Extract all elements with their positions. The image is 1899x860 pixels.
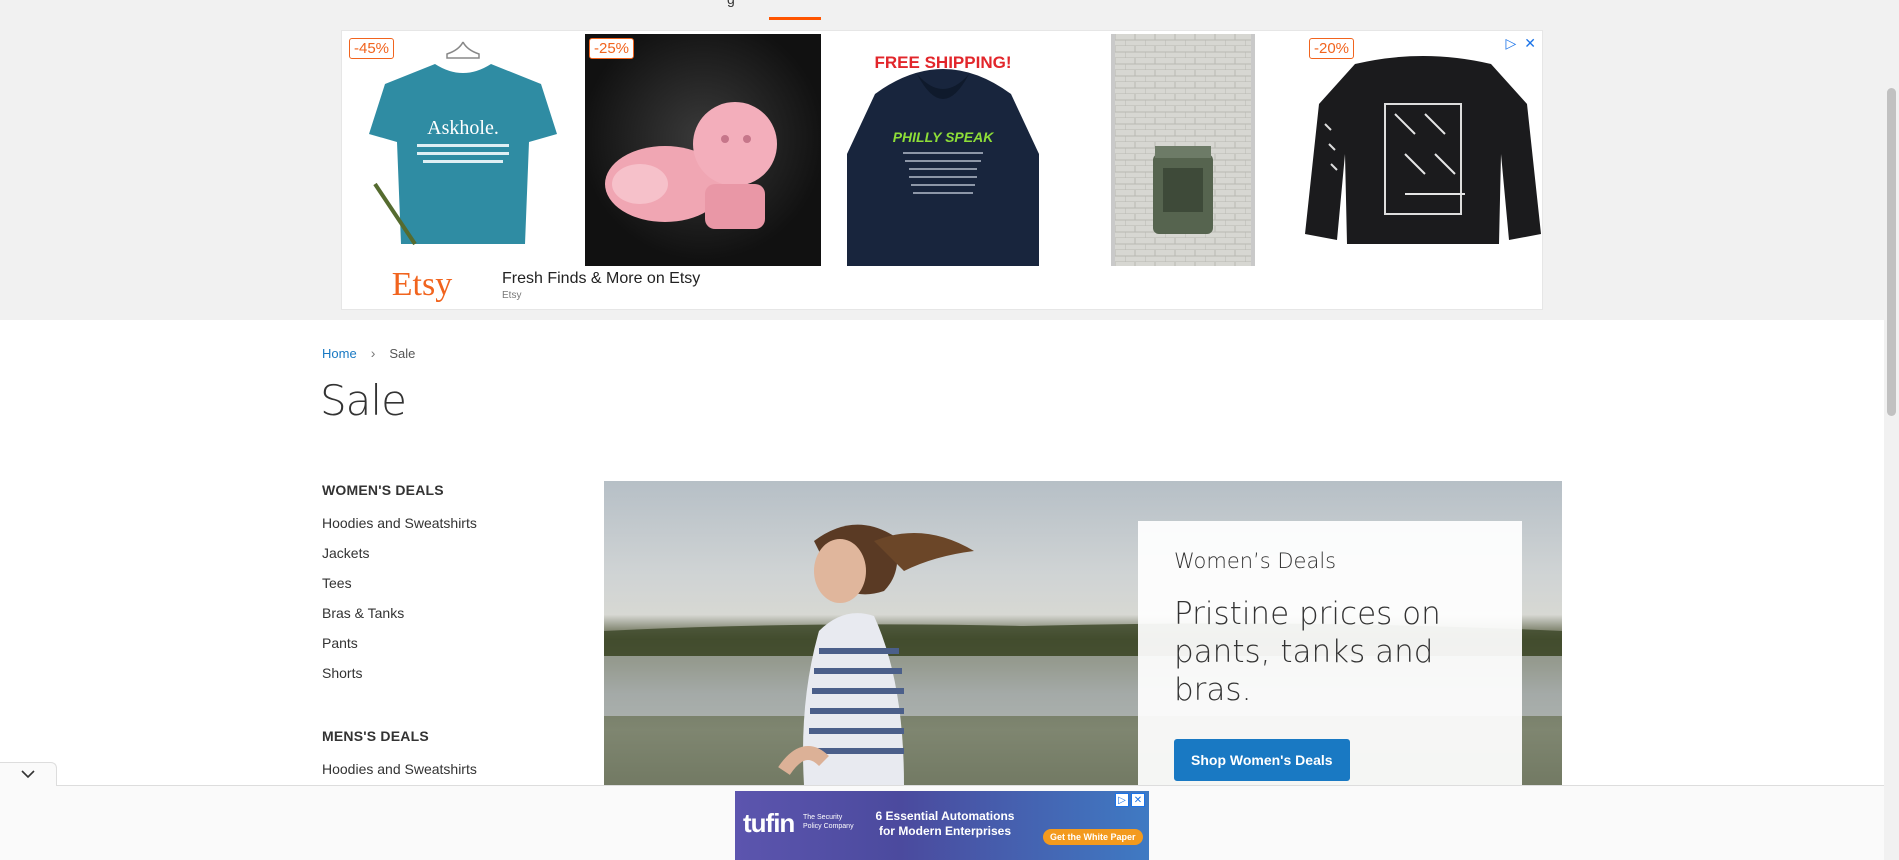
ad-product-4[interactable] xyxy=(1065,34,1301,266)
tufin-ad[interactable]: tufin The Security Policy Company 6 Esse… xyxy=(735,791,1149,860)
etsy-ad[interactable]: Askhole. -45% -25% PHILLY SPEAK FREE SHI… xyxy=(341,30,1543,310)
sidebar-item-bras-and-tanks[interactable]: Bras & Tanks xyxy=(322,598,562,628)
bottom-ad-choices[interactable]: ▷ ✕ xyxy=(1115,793,1145,807)
close-icon[interactable]: ✕ xyxy=(1524,35,1536,52)
shop-womens-deals-button[interactable]: Shop Women's Deals xyxy=(1174,739,1350,781)
sidebar-item-mens-hoodies-and-sweatshirts[interactable]: Hoodies and Sweatshirts xyxy=(322,754,562,784)
sidebar: WOMEN'S DEALS Hoodies and Sweatshirts Ja… xyxy=(322,482,562,824)
chevron-down-icon xyxy=(21,770,35,779)
nav-partial-label[interactable]: g xyxy=(727,0,735,7)
hero-card: Women’s Deals Pristine prices on pants, … xyxy=(1138,521,1522,785)
sidebar-section-mens-deals: MENS'S DEALS xyxy=(322,728,429,744)
black-sweatshirt-image xyxy=(1305,56,1541,244)
etsy-footer[interactable]: Etsy Fresh Finds & More on Etsy Etsy xyxy=(342,261,1542,309)
ad-product-2[interactable]: -25% xyxy=(585,34,821,266)
page-title: Sale xyxy=(320,376,407,425)
tufin-logo: tufin xyxy=(743,808,795,838)
adchoices-icon[interactable]: ▷ xyxy=(1505,35,1516,52)
scrollbar-thumb[interactable] xyxy=(1887,88,1896,416)
sidebar-item-shorts[interactable]: Shorts xyxy=(322,658,562,688)
green-device-image xyxy=(1111,34,1255,266)
breadcrumb: Home › Sale xyxy=(322,345,415,361)
sidebar-section-womens-deals: WOMEN'S DEALS xyxy=(322,482,444,498)
chevron-right-icon: › xyxy=(370,345,376,361)
tshirt-art-text: Askhole. xyxy=(427,117,499,139)
shipping-banner: FREE SHIPPING! xyxy=(875,53,1012,72)
close-icon[interactable]: ✕ xyxy=(1131,793,1145,807)
page-scrollbar[interactable] xyxy=(1884,0,1899,860)
etsy-ad-title[interactable]: Fresh Finds & More on Etsy xyxy=(502,270,700,288)
ad-product-1[interactable]: Askhole. -45% xyxy=(345,34,581,266)
discount-badge: -45% xyxy=(349,38,395,59)
sidebar-item-jackets[interactable]: Jackets xyxy=(322,538,562,568)
collapse-ad-button[interactable] xyxy=(0,762,57,786)
teal-tshirt-image: Askhole. xyxy=(369,41,557,246)
tufin-tagline: The Security Policy Company xyxy=(803,814,854,830)
sidebar-item-hoodies-and-sweatshirts[interactable]: Hoodies and Sweatshirts xyxy=(322,508,562,538)
discount-badge: -25% xyxy=(589,38,635,59)
mens-deals-list: Hoodies and Sweatshirts xyxy=(322,754,562,784)
breadcrumb-current: Sale xyxy=(389,345,416,361)
ad-products: Askhole. -45% -25% PHILLY SPEAK FREE SHI… xyxy=(345,34,1541,266)
etsy-ad-source: Etsy xyxy=(502,289,522,301)
etsy-logo: Etsy xyxy=(391,266,453,303)
navy-hoodie-image: PHILLY SPEAK FREE SHIPPING! xyxy=(847,53,1039,266)
etsy-text-block: Fresh Finds & More on Etsy Etsy xyxy=(502,270,700,301)
sidebar-item-pants[interactable]: Pants xyxy=(322,628,562,658)
hoodie-art-text: PHILLY SPEAK xyxy=(893,129,995,145)
ad-product-5[interactable]: -20% xyxy=(1305,34,1541,266)
ad-product-3[interactable]: PHILLY SPEAK FREE SHIPPING! xyxy=(825,34,1061,266)
pink-figurine-image xyxy=(605,102,777,229)
breadcrumb-home[interactable]: Home xyxy=(322,346,357,361)
womens-deals-list: Hoodies and Sweatshirts Jackets Tees Bra… xyxy=(322,508,562,688)
hero-kicker: Women’s Deals xyxy=(1174,549,1337,573)
discount-badge: -20% xyxy=(1309,38,1355,59)
adchoices-icon[interactable]: ▷ xyxy=(1115,793,1129,807)
tufin-headline: 6 Essential Automations for Modern Enter… xyxy=(875,809,1015,838)
tufin-cta-button[interactable]: Get the White Paper xyxy=(1043,829,1143,845)
nav-active-indicator xyxy=(769,17,821,20)
womens-deals-hero[interactable]: Women’s Deals Pristine prices on pants, … xyxy=(604,481,1562,785)
ad-choices[interactable]: ▷ ✕ xyxy=(1505,35,1536,52)
hero-headline: Pristine prices on pants, tanks and bras… xyxy=(1174,596,1441,708)
sidebar-item-tees[interactable]: Tees xyxy=(322,568,562,598)
